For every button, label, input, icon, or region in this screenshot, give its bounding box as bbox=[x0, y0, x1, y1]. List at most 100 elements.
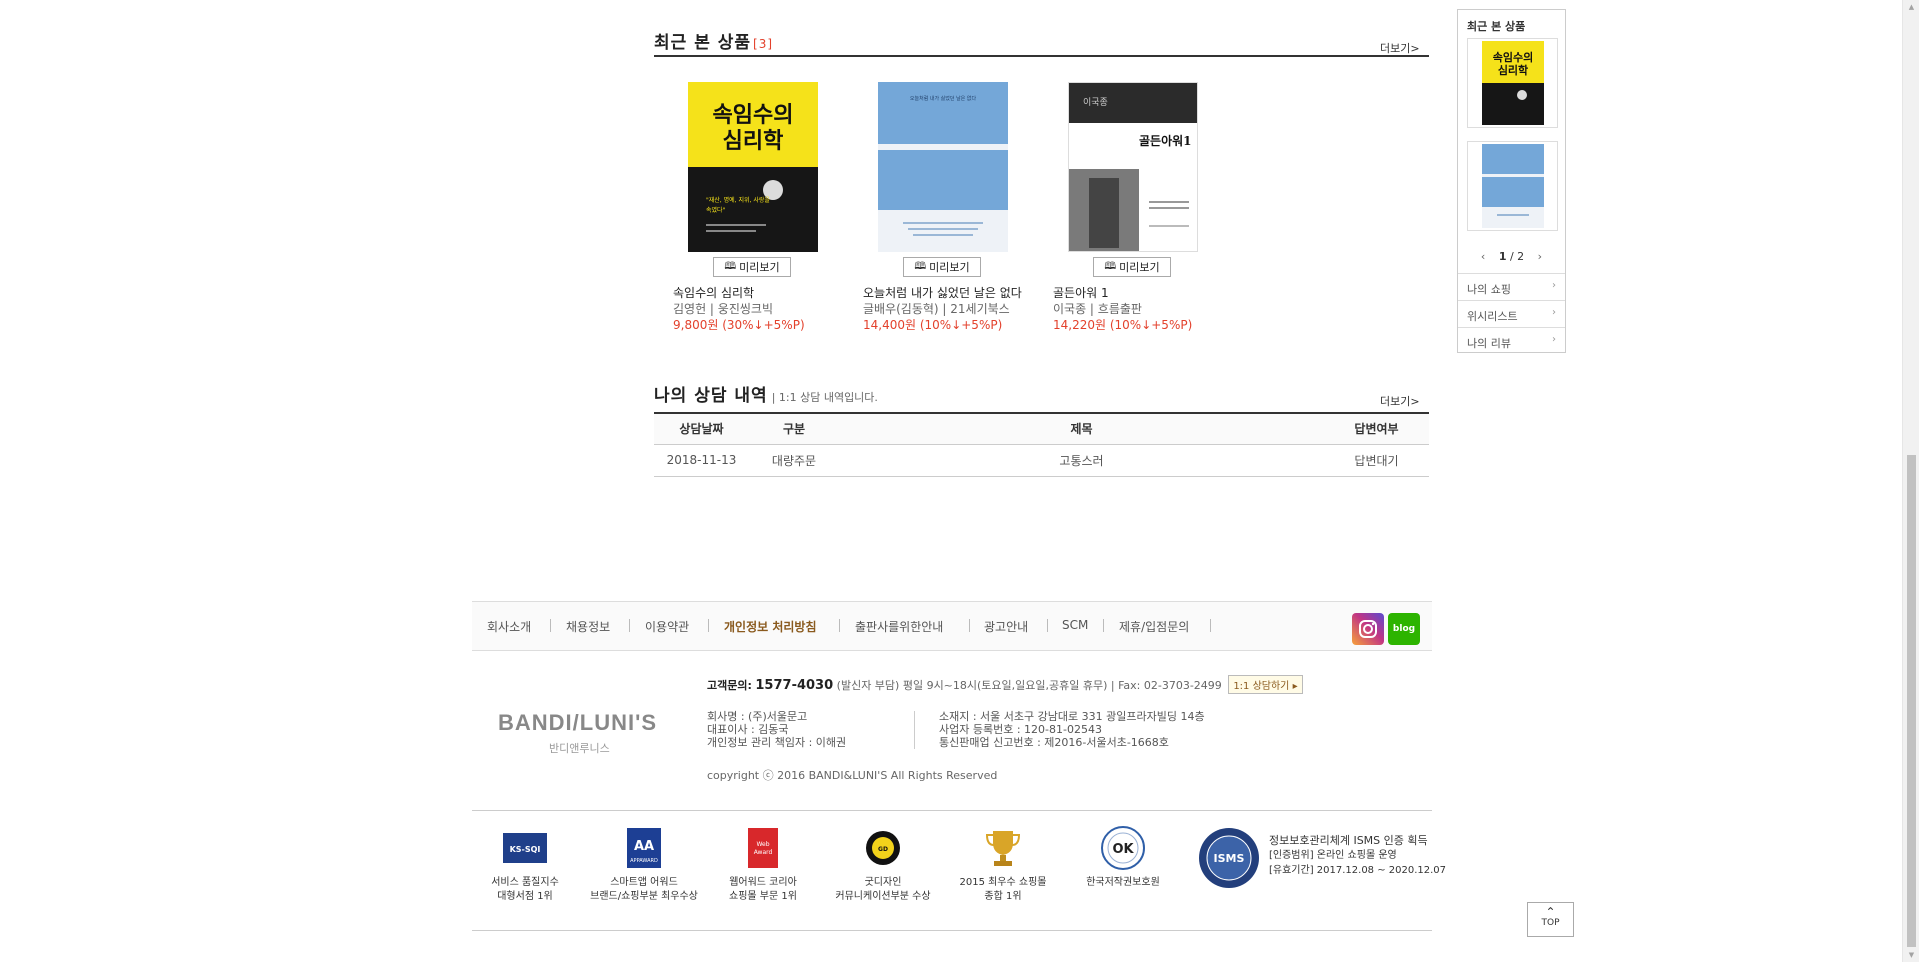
product-card[interactable]: 속임수의 심리학 "재산, 명예, 지위, 사랑을 속였다" 🕮 미리보기 속임… bbox=[673, 82, 843, 352]
sidebar-menu-wishlist[interactable]: 위시리스트 › bbox=[1458, 300, 1565, 327]
info-line: 개인정보 관리 책임자 : 이해권 bbox=[707, 736, 847, 749]
recent-more-link[interactable]: 더보기> bbox=[1380, 40, 1420, 56]
footer-link-terms[interactable]: 이용약관 bbox=[645, 618, 689, 635]
preview-button[interactable]: 🕮 미리보기 bbox=[713, 257, 791, 277]
consult-table: 상담날짜 구분 제목 답변여부 2018-11-13 대량주문 고통스러 답변대… bbox=[654, 414, 1429, 477]
svg-text:이국종: 이국종 bbox=[1083, 97, 1108, 108]
award-item: GD 굿디자인 커뮤니케이션부분 수상 bbox=[818, 828, 948, 904]
award-line: 2015 최우수 쇼핑몰 bbox=[959, 877, 1047, 888]
footer-link-ads[interactable]: 광고안내 bbox=[984, 618, 1028, 635]
product-author: 글배우(김동혁) | 21세기북스 bbox=[863, 302, 1010, 316]
scroll-top-button[interactable]: ⌃ TOP bbox=[1527, 902, 1574, 937]
svg-text:OK: OK bbox=[1112, 842, 1134, 857]
book-cover[interactable]: 이국종 골든아워1 bbox=[1068, 82, 1198, 252]
chevron-left-icon[interactable]: ‹ bbox=[1481, 250, 1485, 263]
sidebar-menu-label: 나의 쇼핑 bbox=[1467, 283, 1511, 296]
book-open-icon: 🕮 bbox=[914, 260, 927, 272]
top-label: TOP bbox=[1541, 918, 1560, 928]
divider bbox=[1210, 619, 1211, 632]
product-price: 14,220원 (10%↓+5%P) bbox=[1053, 318, 1193, 332]
row-subject[interactable]: 고통스러 bbox=[839, 444, 1324, 477]
table-header-row: 상담날짜 구분 제목 답변여부 bbox=[654, 414, 1429, 445]
product-price: 14,400원 (10%↓+5%P) bbox=[863, 318, 1003, 332]
award-item: KS-SQI 서비스 품질지수 대형서점 1위 bbox=[460, 828, 590, 904]
trophy-icon bbox=[980, 828, 1026, 868]
footer-link-publishers[interactable]: 출판사를위한안내 bbox=[855, 618, 943, 635]
book-cover[interactable]: 오늘처럼 내가 싫었던 날은 없다 bbox=[878, 82, 1008, 252]
chevron-right-icon[interactable]: › bbox=[1538, 250, 1542, 263]
row-category: 대량주문 bbox=[749, 444, 839, 477]
sidebar-menu-reviews[interactable]: 나의 리뷰 › bbox=[1458, 327, 1565, 354]
instagram-icon[interactable] bbox=[1352, 613, 1384, 645]
recent-divider bbox=[654, 55, 1429, 57]
divider bbox=[1103, 619, 1104, 632]
award-line: 스마트앱 어워드 bbox=[610, 877, 678, 888]
chevron-right-icon: › bbox=[1552, 334, 1556, 345]
product-title[interactable]: 골든아워 1 bbox=[1053, 285, 1213, 301]
book-cover[interactable]: 속임수의 심리학 "재산, 명예, 지위, 사랑을 속였다" bbox=[688, 82, 818, 252]
sidebar-thumb[interactable] bbox=[1467, 141, 1558, 231]
product-card[interactable]: 오늘처럼 내가 싫었던 날은 없다 🕮 미리보기 오늘처럼 내가 싫었던 날은 … bbox=[863, 82, 1033, 352]
row-date: 2018-11-13 bbox=[654, 444, 749, 477]
footer-bottom-divider bbox=[472, 930, 1432, 931]
recent-count: [3] bbox=[753, 37, 774, 51]
product-card[interactable]: 이국종 골든아워1 🕮 미리보기 골든아워 1 이국종 | 흐름출판 14,22… bbox=[1053, 82, 1223, 352]
divider bbox=[969, 619, 970, 632]
table-row[interactable]: 2018-11-13 대량주문 고통스러 답변대기 bbox=[654, 444, 1429, 477]
col-date: 상담날짜 bbox=[654, 414, 749, 445]
svg-text:APPAWARD: APPAWARD bbox=[630, 858, 658, 864]
svg-text:KS-SQI: KS-SQI bbox=[510, 845, 541, 854]
scroll-down-icon[interactable]: ▼ bbox=[1903, 948, 1919, 962]
page-scrollbar[interactable]: ▲ ▼ bbox=[1902, 0, 1919, 962]
customer-service-line: 고객문의: 1577-4030 (발신자 부담) 평일 9시~18시(토요일,일… bbox=[707, 675, 1303, 694]
award-line: 종합 1위 bbox=[984, 891, 1022, 902]
footer-link-about[interactable]: 회사소개 bbox=[487, 618, 531, 635]
sidebar-menu-label: 위시리스트 bbox=[1467, 310, 1518, 323]
product-info: 골든아워 1 이국종 | 흐름출판 14,220원 (10%↓+5%P) bbox=[1053, 285, 1213, 333]
preview-button[interactable]: 🕮 미리보기 bbox=[1093, 257, 1171, 277]
footer-link-privacy[interactable]: 개인정보 처리방침 bbox=[724, 618, 817, 635]
footer-link-scm[interactable]: SCM bbox=[1062, 618, 1088, 632]
preview-button[interactable]: 🕮 미리보기 bbox=[903, 257, 981, 277]
award-line: 쇼핑몰 부문 1위 bbox=[729, 891, 797, 902]
scroll-up-icon[interactable]: ▲ bbox=[1903, 0, 1919, 14]
footer-link-careers[interactable]: 채용정보 bbox=[566, 618, 610, 635]
product-info: 오늘처럼 내가 싫었던 날은 없다 글배우(김동혁) | 21세기북스 14,4… bbox=[863, 285, 1023, 333]
product-info: 속임수의 심리학 김영헌 | 웅진씽크빅 9,800원 (30%↓+5%P) bbox=[673, 285, 833, 333]
product-price: 9,800원 (30%↓+5%P) bbox=[673, 318, 805, 332]
sidebar-pager: ‹ 1 / 2 › bbox=[1458, 250, 1565, 263]
award-line: 커뮤니케이션부분 수상 bbox=[835, 891, 931, 902]
consult-title: 나의 상담 내역 | 1:1 상담 내역입니다. bbox=[654, 381, 878, 406]
sidebar-thumb[interactable]: 속임수의 심리학 bbox=[1467, 38, 1558, 128]
col-subject: 제목 bbox=[839, 414, 1324, 445]
award-item: OK 한국저작권보호원 bbox=[1058, 826, 1188, 890]
company-info-right: 소재지 : 서울 서초구 강남대로 331 광일프라자빌딩 14층 사업자 등록… bbox=[939, 710, 1205, 749]
company-info-left: 회사명 : (주)서울문고 대표이사 : 김동국 개인정보 관리 책임자 : 이… bbox=[707, 710, 846, 749]
sidebar-menu-my-shopping[interactable]: 나의 쇼핑 › bbox=[1458, 273, 1565, 300]
footer-link-partnership[interactable]: 제휴/입점문의 bbox=[1119, 618, 1189, 635]
chat-consult-button[interactable]: 1:1 상담하기 ▸ bbox=[1228, 675, 1303, 694]
award-line: 서비스 품질지수 bbox=[491, 877, 559, 888]
sidebar-title: 최근 본 상품 bbox=[1467, 20, 1526, 33]
svg-text:속임수의: 속임수의 bbox=[1492, 50, 1532, 64]
svg-text:Award: Award bbox=[754, 849, 773, 856]
scroll-thumb[interactable] bbox=[1907, 455, 1916, 947]
blog-icon[interactable]: blog bbox=[1388, 613, 1420, 645]
info-line: 통신판매업 신고번호 : 제2016-서울서초-1668호 bbox=[939, 736, 1169, 749]
divider bbox=[708, 619, 709, 632]
svg-text:"재산, 명예, 지위, 사랑을: "재산, 명예, 지위, 사랑을 bbox=[706, 196, 770, 204]
info-line: 대표이사 : 김동국 bbox=[707, 723, 789, 736]
product-title[interactable]: 속임수의 심리학 bbox=[673, 285, 833, 301]
product-author: 이국종 | 흐름출판 bbox=[1053, 302, 1142, 316]
book-open-icon: 🕮 bbox=[1104, 260, 1117, 272]
award-line: 대형서점 1위 bbox=[497, 891, 553, 902]
isms-line: [유효기간] 2017.12.08 ~ 2020.12.07 bbox=[1269, 865, 1447, 876]
award-line: 굿디자인 bbox=[864, 877, 902, 888]
award-item: AA APPAWARD 스마트앱 어워드 브랜드/쇼핑부분 최우수상 bbox=[579, 828, 709, 904]
divider bbox=[914, 711, 915, 749]
product-title[interactable]: 오늘처럼 내가 싫었던 날은 없다 bbox=[863, 285, 1023, 301]
good-design-badge-icon: GD bbox=[860, 828, 906, 868]
cs-phone: 1577-4030 bbox=[755, 678, 834, 693]
consult-subtitle: | 1:1 상담 내역입니다. bbox=[771, 391, 878, 404]
consult-more-link[interactable]: 더보기> bbox=[1380, 393, 1420, 409]
